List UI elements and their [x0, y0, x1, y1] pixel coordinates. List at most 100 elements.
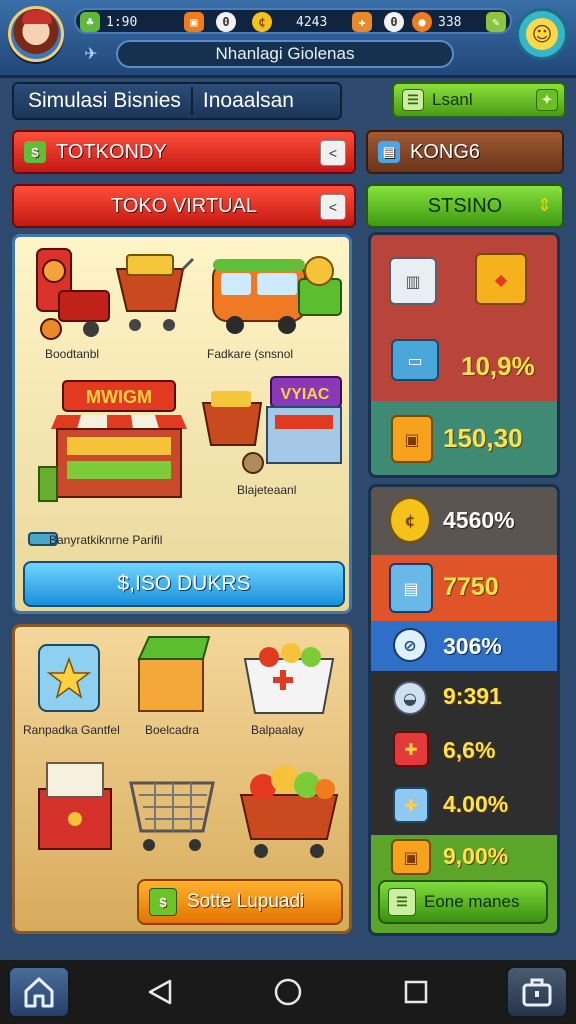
shop-item-label: Boodtanbl — [45, 347, 100, 361]
orange-icon: ● — [412, 12, 432, 32]
tag-icon: ✚ — [352, 12, 372, 32]
resource-gift[interactable]: ▣ — [184, 12, 204, 32]
kettle-icon[interactable]: ◒ — [393, 681, 427, 715]
eone-manes-button[interactable]: ☰ Eone manes — [378, 880, 548, 924]
resource-wand[interactable]: ✎ — [486, 12, 506, 32]
title-part2: Inoaalsan — [202, 89, 294, 112]
toko-virtual-button[interactable]: TOKO VIRTUAL < — [12, 184, 356, 228]
gift-icon: ▣ — [184, 12, 204, 32]
system-nav-bar — [0, 960, 576, 1024]
title-divider — [190, 87, 193, 115]
toko-virtual-label: TOKO VIRTUAL — [111, 194, 257, 217]
produce-cart-icon[interactable] — [237, 751, 343, 861]
storage-item-label: Ranpadka Gantfel — [23, 723, 120, 737]
stats-bottom-panel: ¢ 4560% ▤ 7750 ⊘ 306% ◒ 9:391 ✚ 6,6% ✚ 4… — [368, 484, 560, 936]
shop-item-label: Blajeteaanl — [237, 483, 297, 497]
egg-icon: 0 — [216, 12, 236, 32]
stsino-button[interactable]: STSINO ⇕ — [366, 184, 564, 228]
svg-text:VYIAC: VYIAC — [281, 386, 330, 403]
gift-box-icon[interactable]: ✚ — [393, 731, 429, 767]
title-part1: Simulasi Bisnies — [28, 89, 181, 112]
svg-text:MWIGM: MWIGM — [86, 387, 152, 407]
kong6-label: KONG6 — [410, 140, 481, 163]
cash-icon: $ — [149, 888, 177, 916]
buy-dukrs-button[interactable]: $,ISO DUKRS — [23, 561, 345, 607]
stat-value: 306% — [443, 633, 502, 659]
wand-icon: ✎ — [486, 12, 506, 32]
stat-value: 10,9% — [461, 351, 535, 381]
resource-coin[interactable]: ¢ 4243 — [252, 12, 327, 32]
stat-row: ✚ 4.00% — [371, 777, 557, 835]
resource-orange[interactable]: ● 338 — [412, 12, 461, 32]
totkondy-button[interactable]: $ TOTKONDY < — [12, 130, 356, 174]
coins-icon[interactable]: ¢ — [389, 497, 431, 543]
card-icon: ▤ — [378, 141, 400, 163]
box-icon[interactable]: ▥ — [389, 257, 437, 305]
home-tab[interactable] — [8, 966, 70, 1018]
clover-icon: ♣ — [80, 12, 100, 32]
stat-value: 7750 — [443, 573, 499, 601]
coin-icon: ¢ — [252, 12, 272, 32]
bag-tab[interactable] — [506, 966, 568, 1018]
cash-icon: $ — [24, 141, 46, 163]
stat-row: ▤ 7750 — [371, 555, 557, 621]
box-icon[interactable]: ▭ — [391, 339, 439, 381]
player-name: Nhanlagi Giolenas — [116, 40, 454, 68]
pin-icon[interactable]: ✈ — [80, 42, 102, 64]
medical-basket-icon[interactable] — [239, 637, 339, 721]
player-avatar[interactable] — [8, 6, 64, 62]
market-stall-icon[interactable]: MWIGM — [37, 367, 197, 507]
egg-icon: 0 — [384, 12, 404, 32]
recents-button[interactable] — [398, 974, 434, 1010]
lsanl-button[interactable]: ☰ Lsanl ✦ — [392, 82, 566, 118]
gift-box-icon[interactable]: ✚ — [393, 787, 429, 823]
kong6-button[interactable]: ▤ KONG6 — [366, 130, 564, 174]
resource-value: 338 — [438, 14, 462, 30]
resource-value: 4243 — [296, 14, 328, 30]
page-title: Simulasi Bisnies Inoaalsan — [12, 82, 342, 120]
briefcase-icon — [522, 978, 552, 1007]
compass-icon[interactable]: ⊘ — [393, 628, 427, 662]
bus-icon[interactable] — [207, 243, 347, 343]
chest-icon[interactable]: ▣ — [391, 839, 431, 875]
stat-row: ◒ 9:391 — [371, 671, 557, 723]
storage-item-label: Balpaalay — [251, 723, 304, 737]
resource-egg-2[interactable]: 0 — [384, 12, 404, 32]
shop-item-label: Fadkare (snsnol — [207, 347, 294, 361]
resource-tag[interactable]: ✚ — [352, 12, 372, 32]
resource-bar: ♣ 1:90 ▣ 0 ¢ 4243 ✚ 0 ● 338 ✎ — [74, 8, 512, 34]
resource-value: 1:90 — [106, 14, 138, 30]
resource-egg[interactable]: 0 — [216, 12, 236, 32]
vending-stall-icon[interactable]: VYIAC — [201, 367, 347, 477]
stat-value: 9,00% — [443, 843, 509, 869]
stats-row-teal: ▣ 150,30 — [371, 401, 557, 475]
cash-register-icon[interactable] — [29, 243, 119, 343]
ledger-icon: ☰ — [388, 888, 416, 916]
back-button[interactable] — [142, 974, 178, 1010]
red-chest-icon[interactable] — [33, 755, 119, 855]
card-icon[interactable]: ▤ — [389, 563, 433, 613]
recents-square-icon — [404, 980, 428, 1004]
share-icon: < — [320, 140, 346, 166]
smiley-icon[interactable]: ☺ — [516, 8, 568, 60]
stat-value: 150,30 — [443, 423, 523, 453]
supply-upload-label: Sotte Lupuadi — [187, 891, 305, 912]
shop-panel: Boodtanbl Fadkare (snsnol MWIGM VYIAC Bl… — [12, 234, 352, 614]
star-crate-icon[interactable] — [35, 637, 105, 717]
market-box-icon[interactable] — [133, 631, 213, 715]
box-icon[interactable]: ▣ — [391, 415, 433, 463]
box-icon[interactable]: ◆ — [475, 253, 527, 305]
stat-value: 4560% — [443, 507, 515, 533]
supply-upload-button[interactable]: $ Sotte Lupuadi — [137, 879, 343, 925]
stat-row: ⊘ 306% — [371, 621, 557, 671]
lsanl-label: Lsanl — [432, 90, 473, 109]
storage-panel: Ranpadka Gantfel Boelcadra Balpaalay $ S… — [12, 624, 352, 934]
top-hud: ♣ 1:90 ▣ 0 ¢ 4243 ✚ 0 ● 338 ✎ ✈ Nhanlagi… — [0, 0, 576, 78]
resource-clover[interactable]: ♣ 1:90 — [80, 12, 137, 32]
stat-row: ✚ 6,6% — [371, 723, 557, 777]
home-button[interactable] — [270, 974, 306, 1010]
stat-value: 9:391 — [443, 683, 502, 709]
stat-row: ¢ 4560% — [371, 487, 557, 555]
shopping-cart-icon[interactable] — [113, 251, 197, 339]
empty-cart-icon[interactable] — [125, 765, 221, 861]
